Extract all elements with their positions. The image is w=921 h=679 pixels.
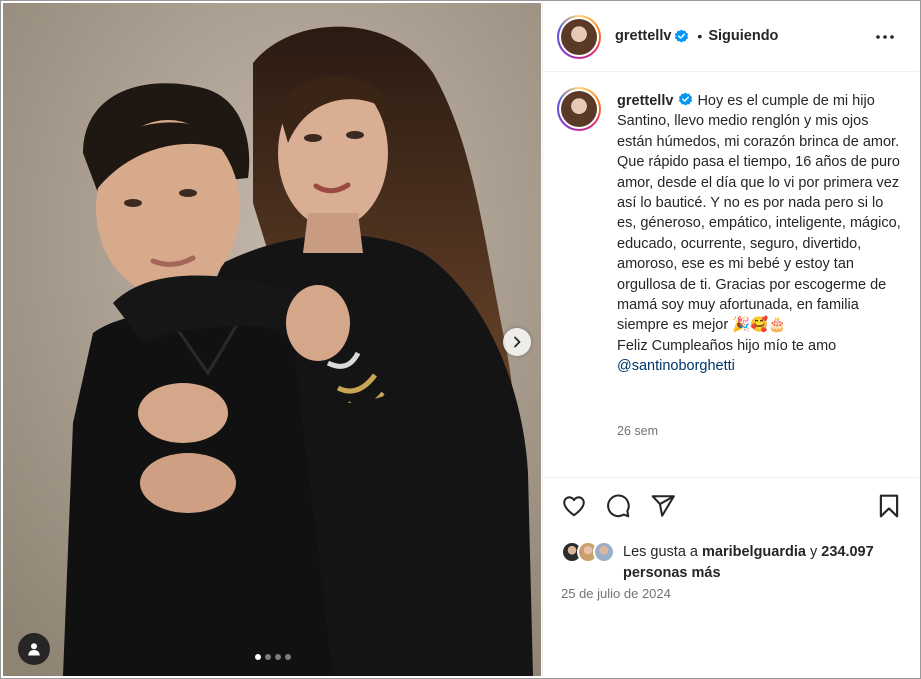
liked-by-avatars[interactable] bbox=[561, 541, 619, 565]
post-header: grettellv • Siguiendo bbox=[543, 3, 919, 72]
carousel-dot bbox=[285, 654, 291, 660]
caption-mention-link[interactable]: @santinoborghetti bbox=[617, 358, 735, 374]
post-date[interactable]: 25 de julio de 2024 bbox=[561, 586, 671, 601]
author-avatar[interactable] bbox=[557, 15, 601, 59]
send-icon bbox=[651, 495, 675, 517]
likes-others-link[interactable]: personas más bbox=[623, 565, 721, 581]
avatar bbox=[593, 541, 615, 563]
share-button[interactable] bbox=[650, 493, 676, 524]
heart-icon bbox=[563, 496, 585, 517]
more-options-icon bbox=[876, 35, 894, 39]
likes-connector: y bbox=[805, 544, 822, 560]
caption-username[interactable]: grettellv bbox=[617, 93, 673, 109]
post-side-panel: grettellv • Siguiendo grettellv Hoy es e… bbox=[542, 3, 919, 676]
post-caption: grettellv Hoy es el cumple de mi hijo Sa… bbox=[617, 91, 901, 377]
comment-button[interactable] bbox=[605, 493, 631, 524]
following-button[interactable]: Siguiendo bbox=[708, 28, 778, 44]
carousel-dot bbox=[265, 654, 271, 660]
carousel-dot bbox=[255, 654, 261, 660]
comment-icon bbox=[607, 494, 630, 518]
liked-by-user-link[interactable]: maribelguardia bbox=[702, 544, 806, 560]
header-separator: • bbox=[697, 28, 703, 44]
verified-badge-icon bbox=[675, 29, 689, 42]
post-actions bbox=[543, 493, 919, 529]
post-media[interactable] bbox=[3, 3, 541, 676]
author-username[interactable]: grettellv bbox=[615, 28, 671, 44]
more-options-button[interactable] bbox=[873, 25, 897, 54]
caption-text: Hoy es el cumple de mi hijo Santino, lle… bbox=[617, 93, 901, 354]
carousel-indicator bbox=[255, 654, 291, 660]
likes-count-link[interactable]: 234.097 bbox=[821, 544, 873, 560]
user-tags-button[interactable] bbox=[18, 633, 50, 665]
carousel-next-button[interactable] bbox=[503, 328, 531, 356]
likes-prefix: Les gusta a bbox=[623, 544, 702, 560]
post-photo bbox=[3, 3, 541, 676]
caption-section: grettellv Hoy es el cumple de mi hijo Sa… bbox=[543, 73, 919, 478]
user-tag-icon bbox=[28, 643, 40, 656]
bookmark-icon bbox=[879, 494, 899, 518]
chevron-right-icon bbox=[514, 336, 521, 348]
post-time-ago[interactable]: 26 sem bbox=[617, 424, 658, 438]
carousel-dot bbox=[275, 654, 281, 660]
post-dialog: grettellv • Siguiendo grettellv Hoy es e… bbox=[0, 0, 921, 679]
verified-badge-icon bbox=[679, 92, 693, 106]
like-button[interactable] bbox=[561, 493, 587, 524]
save-button[interactable] bbox=[876, 493, 902, 524]
likes-summary: Les gusta a maribelguardia y 234.097 pers… bbox=[623, 542, 903, 584]
caption-author-avatar[interactable] bbox=[557, 87, 601, 131]
